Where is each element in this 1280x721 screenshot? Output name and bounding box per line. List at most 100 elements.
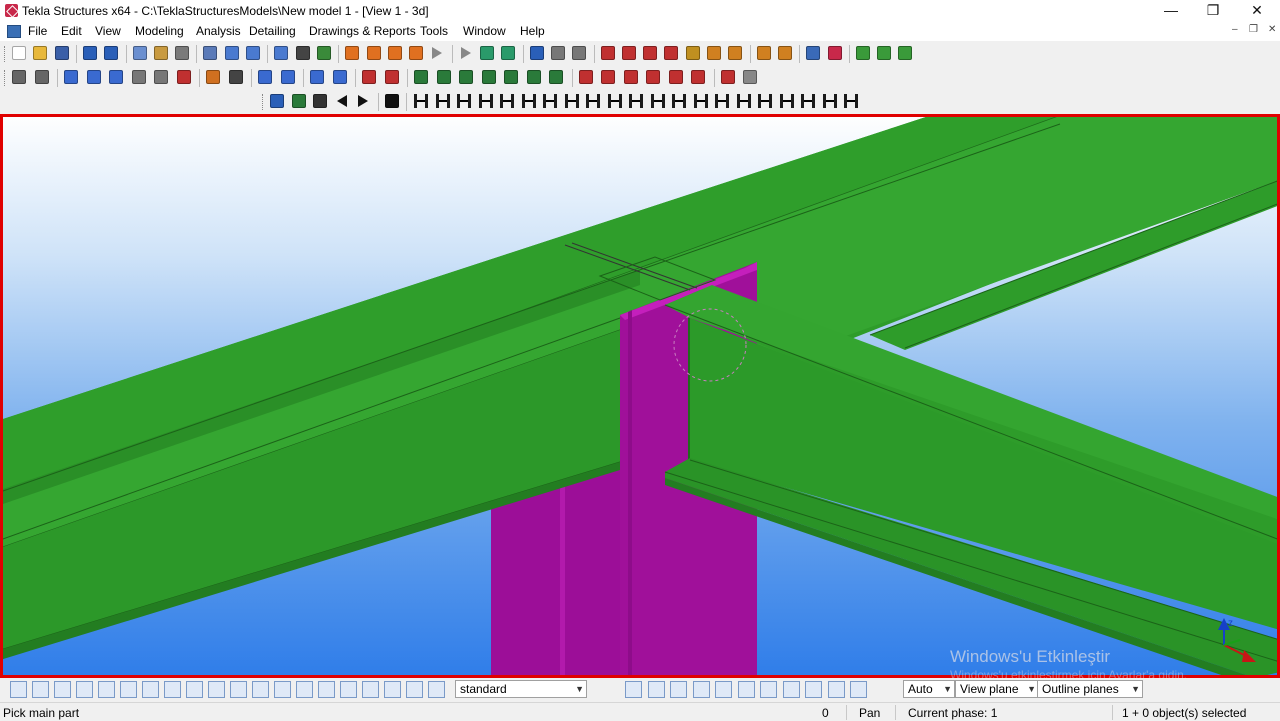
snap-switch-button[interactable] (827, 681, 845, 698)
help-button[interactable] (528, 44, 546, 62)
connection-button[interactable] (540, 92, 558, 110)
mdi-close-button[interactable]: ✕ (1268, 24, 1276, 35)
copy-button[interactable] (131, 44, 149, 62)
beam-button[interactable] (85, 68, 103, 86)
window-button[interactable] (244, 44, 262, 62)
new-button[interactable] (10, 44, 28, 62)
drawing-button[interactable] (365, 44, 383, 62)
drawing-button[interactable] (343, 44, 361, 62)
select-switch-button[interactable] (208, 681, 225, 698)
report-button[interactable] (804, 44, 822, 62)
drawing-button[interactable] (386, 44, 404, 62)
line-button[interactable] (599, 44, 617, 62)
connection-button[interactable] (820, 92, 838, 110)
tekla-button[interactable] (826, 44, 844, 62)
select-switch-button[interactable] (76, 681, 93, 698)
macro-button[interactable] (854, 44, 872, 62)
connection-button[interactable] (755, 92, 773, 110)
view-window-icon[interactable] (7, 25, 21, 38)
select-switch-button[interactable] (54, 681, 71, 698)
tool-button[interactable] (10, 68, 28, 86)
measure-button[interactable] (689, 68, 707, 86)
beam-button[interactable] (331, 68, 349, 86)
tool-button[interactable] (33, 68, 51, 86)
print-button[interactable] (173, 44, 191, 62)
select-switch-button[interactable] (384, 681, 401, 698)
menu-help[interactable]: Help (520, 24, 545, 38)
clash-button[interactable] (776, 44, 794, 62)
snap-switch-button[interactable] (692, 681, 710, 698)
grid-button[interactable] (570, 44, 588, 62)
plane-dropdown[interactable]: View plane ▼ (955, 680, 1039, 698)
snap-switch-button[interactable] (760, 681, 777, 698)
select-switch-button[interactable] (164, 681, 181, 698)
connection-button[interactable] (777, 92, 795, 110)
clash-button[interactable] (755, 44, 773, 62)
select-switch-button[interactable] (230, 681, 247, 698)
component-button[interactable] (435, 68, 453, 86)
snap-button[interactable] (499, 44, 517, 62)
select-switch-button[interactable] (10, 681, 27, 698)
binoculars-button[interactable] (311, 92, 329, 110)
connection-button[interactable] (605, 92, 623, 110)
select-switch-button[interactable] (274, 681, 291, 698)
snap-switch-button[interactable] (782, 681, 800, 698)
select-switch-button[interactable] (362, 681, 379, 698)
connection-button[interactable] (497, 92, 515, 110)
snap-switch-button[interactable] (625, 681, 642, 698)
select-switch-button[interactable] (428, 681, 445, 698)
beam-button[interactable] (107, 68, 125, 86)
open-button[interactable] (31, 44, 49, 62)
select-switch-button[interactable] (142, 681, 159, 698)
rebar-button[interactable] (360, 68, 378, 86)
snap-switch-button[interactable] (647, 681, 665, 698)
snap-switch-button[interactable] (670, 681, 687, 698)
connection-button[interactable] (476, 92, 494, 110)
snap-depth-dropdown[interactable]: Auto ▼ (903, 680, 955, 698)
menu-file[interactable]: File (28, 24, 47, 38)
select-switch-button[interactable] (32, 681, 49, 698)
connection-button[interactable] (691, 92, 709, 110)
window-button[interactable] (272, 44, 290, 62)
connection-button[interactable] (841, 92, 859, 110)
model-canvas[interactable]: z (0, 114, 1280, 678)
connection-button[interactable] (669, 92, 687, 110)
mdi-minimize-button[interactable]: ‒ (1232, 24, 1238, 35)
toolbar-grip[interactable] (4, 46, 8, 62)
beam-button[interactable] (308, 68, 326, 86)
connection-button[interactable] (648, 92, 666, 110)
drawing-button[interactable] (407, 44, 425, 62)
select-switch-button[interactable] (340, 681, 357, 698)
rebar-button[interactable] (383, 68, 401, 86)
select-switch-button[interactable] (120, 681, 137, 698)
measure-button[interactable] (599, 68, 617, 86)
select-switch-button[interactable] (318, 681, 335, 698)
menu-modeling[interactable]: Modeling (135, 24, 184, 38)
line-button[interactable] (641, 44, 659, 62)
component-button[interactable] (525, 68, 543, 86)
connection-button[interactable] (562, 92, 580, 110)
arrow-button[interactable] (428, 44, 446, 62)
first-button[interactable] (268, 92, 286, 110)
select-switch-button[interactable] (98, 681, 115, 698)
measure-button[interactable] (719, 68, 737, 86)
step-button[interactable] (290, 92, 308, 110)
redo-button[interactable] (102, 44, 120, 62)
close-button[interactable]: ✕ (1234, 0, 1280, 22)
connection-button[interactable] (433, 92, 451, 110)
connection-button[interactable] (519, 92, 537, 110)
forward-arrow-button[interactable] (354, 92, 372, 110)
menu-view[interactable]: View (95, 24, 121, 38)
select-switch-button[interactable] (296, 681, 313, 698)
measure-button[interactable] (644, 68, 662, 86)
clash-button[interactable] (705, 44, 723, 62)
grid-button[interactable] (549, 44, 567, 62)
measure-button[interactable] (622, 68, 640, 86)
connection-button[interactable] (411, 92, 429, 110)
connection-button[interactable] (712, 92, 730, 110)
snap-switch-button[interactable] (805, 681, 822, 698)
model-view-3d[interactable]: z (0, 114, 1280, 678)
arrow-button[interactable] (457, 44, 475, 62)
restore-button[interactable]: ❐ (1190, 0, 1236, 22)
beam-button[interactable] (279, 68, 297, 86)
